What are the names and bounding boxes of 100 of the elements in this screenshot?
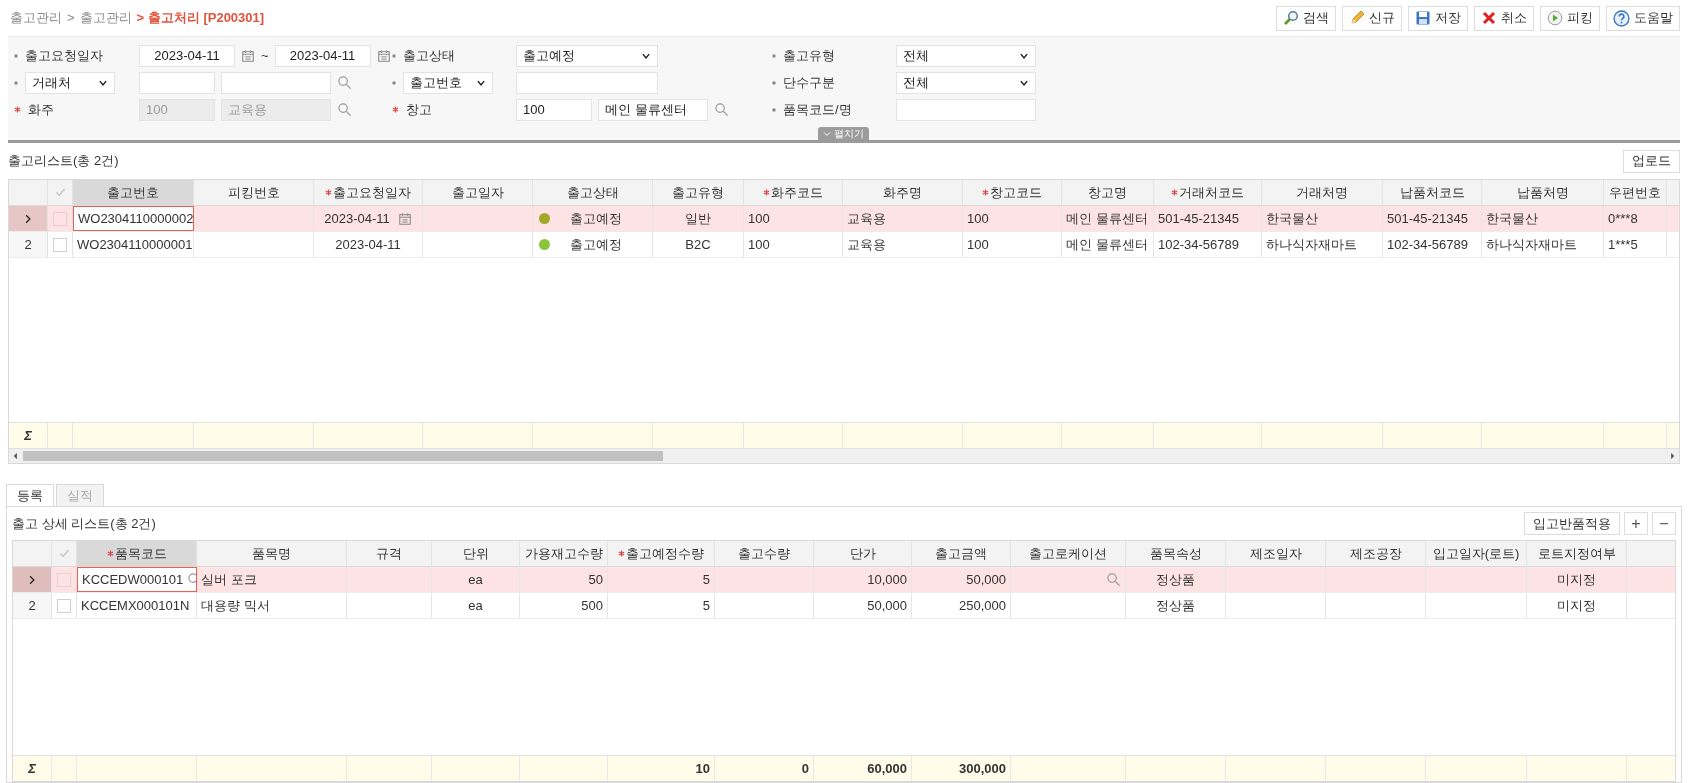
- column-header[interactable]: 출고요청일자: [314, 180, 423, 205]
- icon-button[interactable]: −: [1652, 512, 1676, 535]
- column-header[interactable]: 창고코드: [963, 180, 1062, 205]
- sum-value: 10: [695, 759, 710, 778]
- table-cell-text: 5: [702, 596, 710, 615]
- column-header[interactable]: 가용재고수량: [520, 541, 608, 566]
- column-header[interactable]: 창고명: [1062, 180, 1154, 205]
- breadcrumb-item[interactable]: 출고관리: [79, 8, 132, 28]
- search-icon: [337, 102, 352, 117]
- column-header[interactable]: 단가: [814, 541, 912, 566]
- grid-row[interactable]: KCCEDW000101 실버 포크 ea 50 5 10,000 50,000 정상품 미지정: [13, 567, 1675, 593]
- checkbox[interactable]: [53, 211, 67, 226]
- column-header[interactable]: 품목코드: [77, 541, 197, 566]
- breadcrumb-item[interactable]: >: [67, 8, 75, 28]
- grid-row[interactable]: WO2304110000002 2023-04-11 출고예정 일반 100 교육용 100 메인 물류센터 501-45-21345 한국물산 501-45-21345 한국물산 0***8: [9, 206, 1679, 232]
- toolbar-button[interactable]: 취소: [1474, 5, 1534, 31]
- label-dropdown[interactable]: 거래처: [25, 71, 115, 94]
- column-header[interactable]: 출고유형: [653, 180, 744, 205]
- column-header[interactable]: 출고번호: [73, 180, 194, 205]
- column-header[interactable]: 입고일자(로트): [1426, 541, 1527, 566]
- column-header[interactable]: 품목명: [197, 541, 347, 566]
- column-header[interactable]: 품목속성: [1126, 541, 1226, 566]
- table-cell-text: ea: [468, 596, 483, 615]
- table-cell-text: 미지정: [1557, 596, 1596, 615]
- grid-row[interactable]: 2 KCCEMX000101N 대용량 믹서 ea 500 5 50,000 250,000 정상품 미지정: [13, 593, 1675, 619]
- toolbar-button[interactable]: 저장: [1408, 5, 1468, 31]
- toolbar-button[interactable]: 피킹: [1540, 5, 1600, 31]
- table-cell-text: 102-34-56789: [1387, 235, 1468, 254]
- code-field[interactable]: [139, 71, 215, 94]
- date-field[interactable]: 2023-04-11: [274, 44, 371, 67]
- column-header[interactable]: 거래처코드: [1154, 180, 1262, 205]
- table-cell-text: 정상품: [1156, 596, 1195, 615]
- column-header[interactable]: 출고로케이션: [1011, 541, 1126, 566]
- column-header[interactable]: 피킹번호: [194, 180, 314, 205]
- check-all-icon: [58, 548, 70, 559]
- column-header[interactable]: 우편번호: [1604, 180, 1667, 205]
- table-cell-text: ea: [468, 570, 483, 589]
- column-header[interactable]: 제조일자: [1226, 541, 1326, 566]
- table-cell-text: 500: [581, 596, 603, 615]
- name-field[interactable]: [221, 71, 331, 94]
- toolbar-button[interactable]: 검색: [1276, 5, 1336, 31]
- column-header[interactable]: 제조공장: [1326, 541, 1426, 566]
- sum-value: 300,000: [959, 759, 1006, 778]
- table-cell-text: 250,000: [959, 596, 1006, 615]
- row-number: 2: [28, 596, 36, 615]
- dropdown[interactable]: 전체: [896, 44, 1036, 67]
- text-field[interactable]: [896, 98, 1036, 121]
- sum-value: 0: [801, 759, 809, 778]
- table-cell-text: 한국물산: [1266, 209, 1318, 228]
- checkbox[interactable]: [53, 237, 67, 252]
- required-icon: [1171, 189, 1178, 196]
- column-header[interactable]: 출고상태: [533, 180, 653, 205]
- search-icon: [714, 102, 729, 117]
- column-header[interactable]: 출고금액: [912, 541, 1011, 566]
- icon-button[interactable]: +: [1624, 512, 1648, 535]
- tab[interactable]: 등록: [6, 484, 54, 507]
- breadcrumb-item[interactable]: 출고관리: [10, 8, 62, 28]
- checkbox[interactable]: [57, 598, 71, 613]
- calendar-icon: [397, 211, 412, 226]
- dropdown[interactable]: 출고예정: [516, 44, 658, 67]
- name-field[interactable]: 메인 물류센터: [598, 98, 708, 121]
- table-cell-text: 메인 물류센터: [1066, 235, 1148, 254]
- table-cell-text: 1***5: [1608, 235, 1638, 254]
- column-header[interactable]: 로트지정여부: [1527, 541, 1627, 566]
- row-number: 2: [24, 235, 32, 254]
- code-field[interactable]: 100: [516, 98, 592, 121]
- column-header[interactable]: 거래처명: [1262, 180, 1383, 205]
- checkbox[interactable]: [57, 572, 71, 587]
- table-cell-text: 501-45-21345: [1158, 209, 1239, 228]
- column-header[interactable]: 납품처명: [1482, 180, 1604, 205]
- column-header[interactable]: 단위: [432, 541, 520, 566]
- date-field[interactable]: 2023-04-11: [139, 44, 235, 67]
- calendar-icon: [241, 48, 255, 63]
- table-cell-text: 50,000: [966, 570, 1006, 589]
- column-header[interactable]: 출고일자: [423, 180, 533, 205]
- toolbar-button[interactable]: 도움말: [1606, 5, 1680, 31]
- close-icon: [1481, 10, 1497, 26]
- column-header[interactable]: 출고예정수량: [608, 541, 715, 566]
- horizontal-scrollbar[interactable]: [9, 448, 1679, 463]
- text-field[interactable]: [516, 71, 658, 94]
- grid-row[interactable]: 2 WO2304110000001 2023-04-11 출고예정 B2C 100 교육용 100 메인 물류센터 102-34-56789 하나식자재마트 102-34-56789 하나식자재마트 1***5: [9, 232, 1679, 258]
- column-header[interactable]: 출고수량: [715, 541, 814, 566]
- dropdown[interactable]: 전체: [896, 71, 1036, 94]
- toolbar-button[interactable]: 신규: [1342, 5, 1402, 31]
- column-header[interactable]: 규격: [347, 541, 432, 566]
- scrollbar-thumb[interactable]: [23, 451, 663, 461]
- table-cell-text: 2023-04-11: [335, 235, 401, 254]
- label-dropdown[interactable]: 출고번호: [403, 71, 493, 94]
- table-cell-text: 메인 물류센터: [1066, 209, 1148, 228]
- apply-return-button[interactable]: 입고반품적용: [1524, 512, 1620, 535]
- required-icon: [618, 550, 625, 557]
- field-label: 출고유형: [783, 46, 835, 65]
- table-cell-text: 10,000: [867, 570, 907, 589]
- column-header[interactable]: 화주코드: [744, 180, 843, 205]
- upload-button[interactable]: 업로드: [1623, 149, 1680, 173]
- breadcrumb-current: > 출고처리 [P200301]: [136, 9, 265, 28]
- chevron-down-icon: [823, 129, 831, 138]
- column-header[interactable]: 화주명: [843, 180, 963, 205]
- column-header[interactable]: 납품처코드: [1383, 180, 1482, 205]
- required-icon: [982, 189, 989, 196]
